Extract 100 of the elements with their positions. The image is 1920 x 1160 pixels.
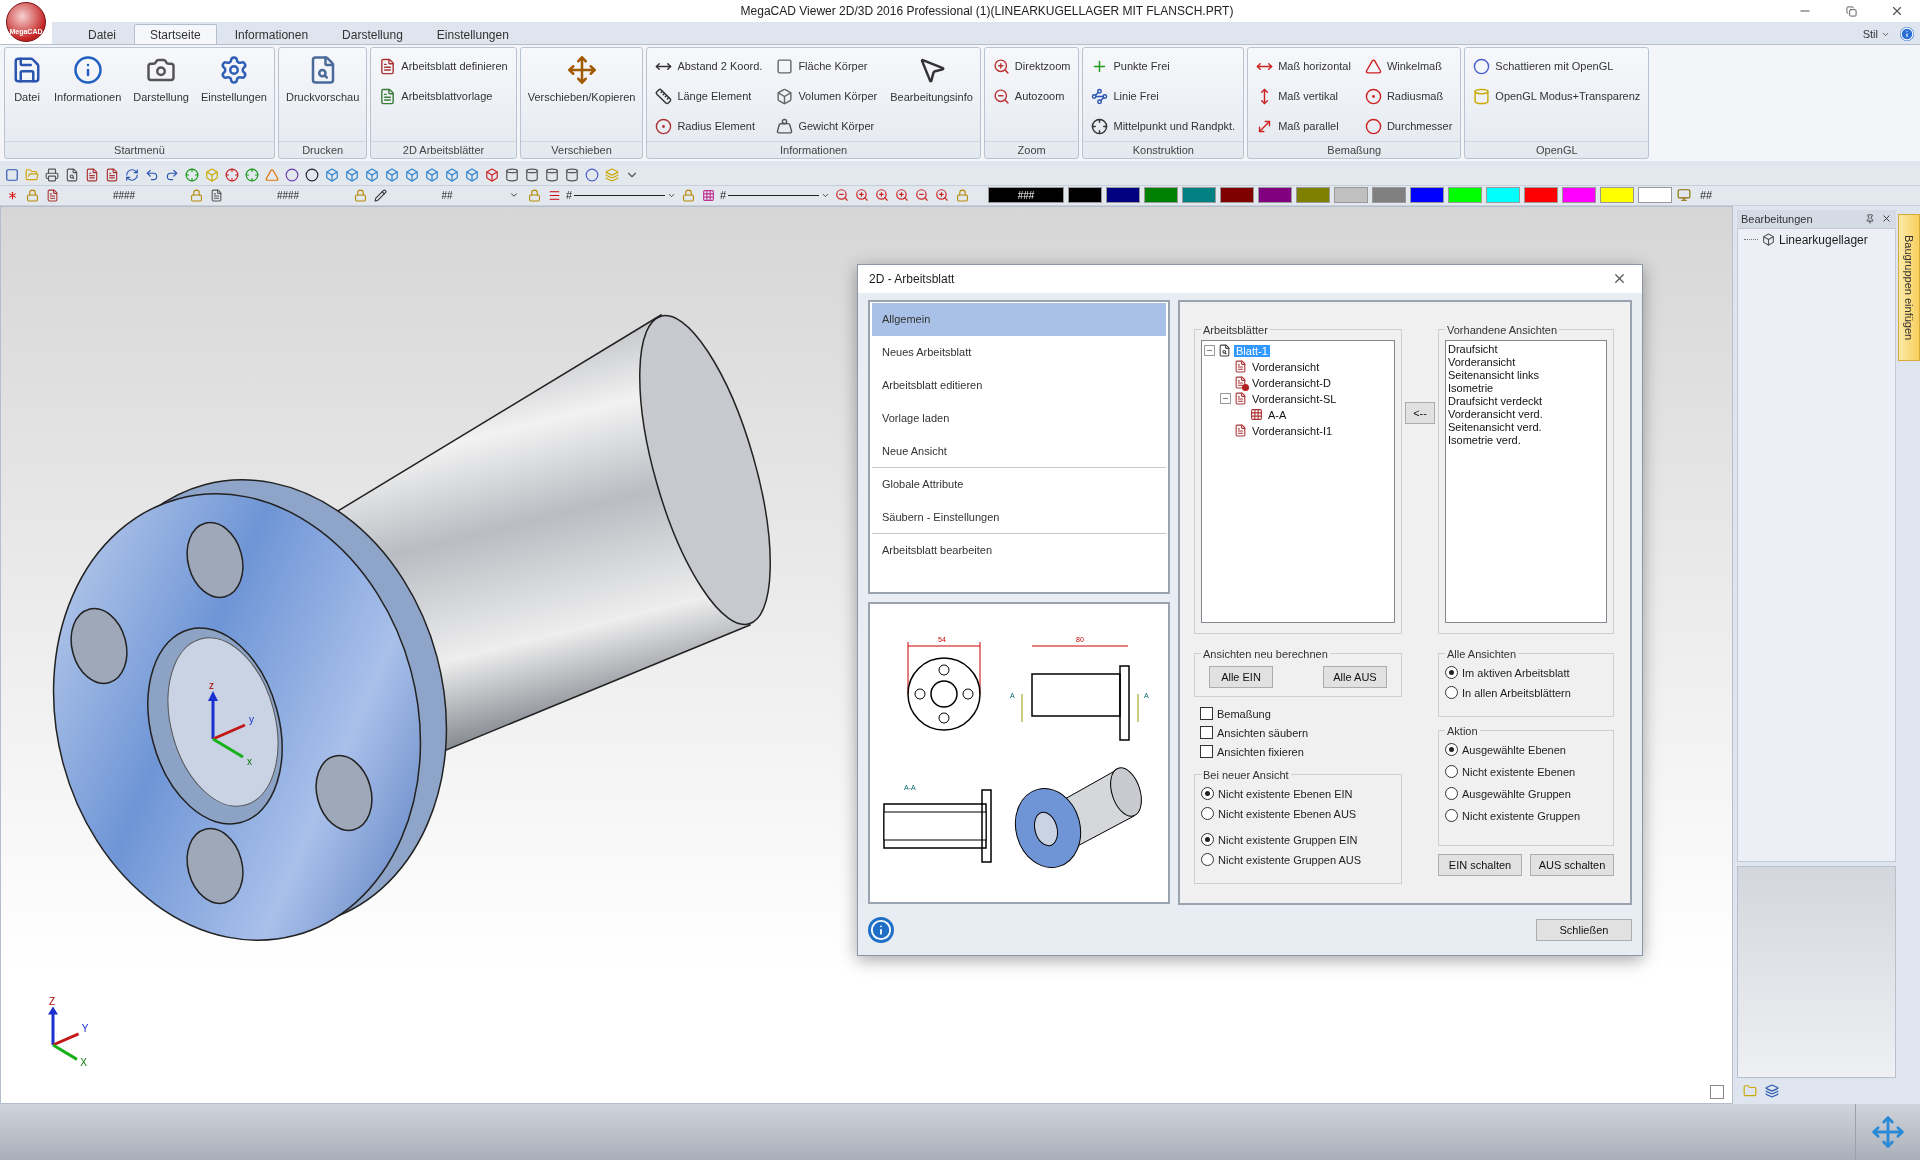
nav-item[interactable]: Allgemein	[872, 302, 1166, 336]
checkbox[interactable]	[1200, 707, 1213, 721]
ribbon-button[interactable]: Maß horizontal	[1254, 54, 1353, 78]
ribbon-button[interactable]: Abstand 2 Koord.	[653, 54, 765, 78]
ribbon-button[interactable]: Schattieren mit OpenGL	[1471, 54, 1643, 78]
pin-icon[interactable]	[1865, 213, 1875, 224]
ribbon-button[interactable]: Arbeitsblatt definieren	[377, 54, 510, 78]
cube-icon[interactable]	[344, 167, 360, 183]
close-dialog-button[interactable]: Schließen	[1536, 918, 1632, 941]
sheet-icon[interactable]	[84, 167, 100, 183]
menu-tab[interactable]: Informationen	[218, 24, 325, 44]
ribbon-button[interactable]: Fläche Körper	[774, 54, 880, 78]
ribbon-button[interactable]: Mittelpunkt und Randpkt.	[1089, 114, 1238, 138]
ribbon-button[interactable]: Durchmesser	[1362, 114, 1455, 138]
tree-item[interactable]: Vorderansicht-SL	[1250, 392, 1339, 405]
ribbon-button[interactable]: Gewicht Körper	[774, 114, 880, 138]
ribbon-button[interactable]: Druckvorschau	[284, 51, 361, 141]
list-item[interactable]: Seitenansicht links	[1448, 368, 1604, 382]
radio-button[interactable]	[1445, 787, 1458, 801]
ribbon-button[interactable]: Datei	[11, 51, 43, 141]
checkbox[interactable]	[1200, 745, 1213, 759]
cylinder-icon[interactable]	[524, 167, 540, 183]
zoom-out-icon[interactable]	[834, 187, 850, 204]
close-icon[interactable]	[1881, 213, 1892, 225]
dialog-button[interactable]: Alle AUS	[1323, 665, 1387, 688]
list-item[interactable]: Vorderansicht verd.	[1448, 407, 1604, 421]
radio-button[interactable]	[1445, 809, 1458, 823]
zoom-in-icon[interactable]	[894, 187, 910, 204]
radio-button[interactable]	[1201, 853, 1214, 867]
corner-button[interactable]	[1710, 1084, 1724, 1099]
print-preview-icon[interactable]	[64, 167, 80, 183]
snap-icon[interactable]	[224, 167, 240, 183]
ribbon-button[interactable]: Länge Element	[653, 84, 765, 108]
zoom-icon[interactable]	[934, 187, 950, 204]
dialog-button[interactable]: EIN schalten	[1438, 853, 1522, 876]
color-swatch[interactable]	[1562, 187, 1596, 204]
ribbon-button[interactable]: Maß vertikal	[1254, 84, 1353, 108]
collapse-icon[interactable]	[1220, 393, 1231, 405]
tree-item[interactable]: Vorderansicht-I1	[1250, 424, 1335, 437]
pen-dropdown[interactable]: ##	[392, 189, 502, 201]
menu-tab[interactable]: Darstellung	[326, 24, 419, 44]
plane-icon[interactable]	[264, 167, 280, 183]
color-swatch[interactable]	[1448, 187, 1482, 204]
color-swatch[interactable]	[1068, 187, 1102, 204]
dialog-button[interactable]: AUS schalten	[1530, 853, 1614, 876]
cube-icon[interactable]	[384, 167, 400, 183]
list-item[interactable]: Vorderansicht	[1448, 355, 1604, 369]
axes-icon[interactable]	[184, 167, 200, 183]
zoom-icon[interactable]	[874, 187, 890, 204]
layer-field[interactable]: ####	[228, 189, 348, 201]
radio-button[interactable]	[1201, 787, 1214, 801]
color-swatch[interactable]	[1182, 187, 1216, 204]
radio-button[interactable]	[1201, 807, 1214, 821]
ribbon-button[interactable]: Arbeitsblattvorlage	[377, 84, 510, 108]
ribbon-button[interactable]: Einstellungen	[199, 51, 268, 141]
ribbon-button[interactable]: Radiusmaß	[1362, 84, 1455, 108]
cylinder-icon[interactable]	[544, 167, 560, 183]
tree-item[interactable]: Vorderansicht-D	[1250, 376, 1333, 389]
ribbon-button[interactable]: Maß parallel	[1254, 114, 1353, 138]
redo-icon[interactable]	[164, 167, 180, 183]
lock-icon[interactable]	[954, 187, 970, 204]
ribbon-button[interactable]: Volumen Körper	[774, 84, 880, 108]
radio-button[interactable]	[1445, 765, 1458, 779]
tree-item[interactable]: A-A	[1266, 408, 1289, 421]
cube-icon[interactable]	[404, 167, 420, 183]
cube-icon[interactable]	[484, 167, 500, 183]
collapse-icon[interactable]	[1204, 345, 1215, 357]
refresh-icon[interactable]	[124, 167, 140, 183]
color-swatch[interactable]: ###	[988, 187, 1064, 204]
ribbon-button[interactable]: Winkelmaß	[1362, 54, 1455, 78]
ribbon-button[interactable]: Verschieben/Kopieren	[526, 51, 637, 141]
checkbox[interactable]	[1200, 726, 1213, 740]
zoom-out-icon[interactable]	[914, 187, 930, 204]
cylinder-icon[interactable]	[504, 167, 520, 183]
menu-tab[interactable]: Datei	[72, 24, 132, 44]
ribbon-button[interactable]: Radius Element	[653, 114, 765, 138]
ribbon-button[interactable]: Informationen	[53, 51, 123, 141]
cube-icon[interactable]	[364, 167, 380, 183]
list-item[interactable]: Draufsicht	[1448, 342, 1604, 356]
color-swatch[interactable]	[1258, 187, 1292, 204]
tree-item[interactable]: Linearkugellager	[1779, 232, 1868, 247]
snap-icon[interactable]	[244, 167, 260, 183]
radio-button[interactable]	[1445, 743, 1458, 757]
list-item[interactable]: Isometrie	[1448, 381, 1604, 395]
side-tab[interactable]: Baugruppen einfügen	[1898, 213, 1920, 361]
sheet-icon[interactable]	[104, 167, 120, 183]
list-item[interactable]: Seitenansicht verd.	[1448, 420, 1604, 434]
color-swatch[interactable]	[1524, 187, 1558, 204]
lock-icon[interactable]	[188, 187, 204, 204]
color-swatch[interactable]	[1334, 187, 1368, 204]
color-grid-icon[interactable]	[700, 187, 716, 204]
line-type-dropdown[interactable]: #	[720, 189, 830, 202]
radio-button[interactable]	[1201, 833, 1214, 847]
cylinder-icon[interactable]	[564, 167, 580, 183]
color-swatch[interactable]	[1144, 187, 1178, 204]
printer-icon[interactable]	[44, 167, 60, 183]
color-swatch[interactable]	[1106, 187, 1140, 204]
ribbon-button[interactable]: Autozoom	[990, 84, 1073, 108]
color-swatch[interactable]	[1372, 187, 1406, 204]
transfer-button[interactable]: <--	[1405, 401, 1435, 424]
